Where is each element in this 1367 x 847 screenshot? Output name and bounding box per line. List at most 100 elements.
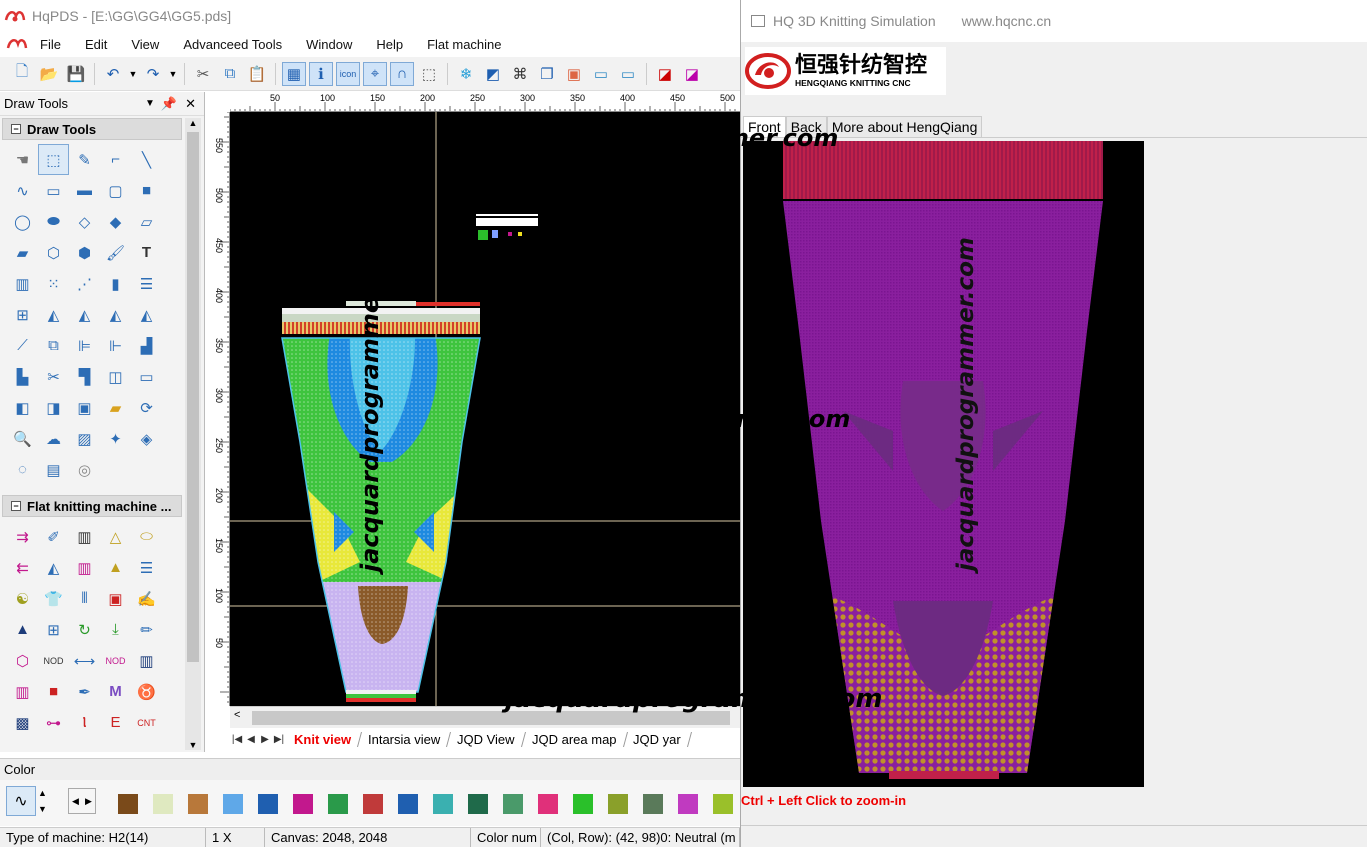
mask-icon[interactable]: ☯ (7, 583, 38, 614)
filled-rectangle-icon[interactable]: ▬ (69, 175, 100, 206)
color-swatch[interactable] (258, 794, 278, 814)
color-swatch[interactable] (608, 794, 628, 814)
hexagon-outline-icon[interactable]: ⬡ (7, 645, 38, 676)
scroll-down-icon[interactable]: ▼ (185, 740, 201, 750)
current-color-icon[interactable]: ∿ (6, 786, 36, 816)
fill-bucket-icon[interactable]: ◭ (38, 299, 69, 330)
panel-scrollbar[interactable]: ▲ ▼ (185, 118, 201, 750)
collapse-icon[interactable]: − (11, 124, 21, 134)
bars-icon[interactable]: ▮ (100, 268, 131, 299)
prev-icon[interactable]: ◀ (72, 796, 79, 807)
align-left-icon[interactable]: ⊫ (69, 330, 100, 361)
color-swatch[interactable] (503, 794, 523, 814)
scissors-icon[interactable]: ✂ (38, 361, 69, 392)
bucket-icon[interactable]: ◭ (38, 552, 69, 583)
tab-jqd-area-map[interactable]: JQD area map (521, 731, 628, 747)
color-swatch[interactable] (433, 794, 453, 814)
plus-block-icon[interactable]: ⊞ (38, 614, 69, 645)
jacquard-icon[interactable]: ⌘ (508, 62, 532, 86)
color-swatch[interactable] (363, 794, 383, 814)
bar-chart-2-icon[interactable]: ▜ (69, 361, 100, 392)
filled-diamond-icon[interactable]: ◆ (100, 206, 131, 237)
redo-dropdown-icon[interactable]: ▼ (168, 62, 178, 86)
pencil-icon[interactable]: ✎ (69, 144, 100, 175)
color-swatch[interactable] (573, 794, 593, 814)
curve-icon[interactable]: ∿ (7, 175, 38, 206)
fill-bucket-2-icon[interactable]: ◭ (69, 299, 100, 330)
bars-2-icon[interactable]: ▥ (131, 645, 162, 676)
icon-view-icon[interactable]: icon (336, 61, 360, 86)
diamond-icon[interactable]: ◇ (69, 206, 100, 237)
rectangle-icon[interactable]: ▭ (38, 175, 69, 206)
color-swatch[interactable] (188, 794, 208, 814)
monitor-icon[interactable]: ▭ (131, 361, 162, 392)
menu-flat-machine[interactable]: Flat machine (415, 37, 513, 52)
rect-select-icon[interactable]: ⬚ (38, 144, 69, 175)
color-bars-icon[interactable]: ▥ (7, 676, 38, 707)
nod-2-icon[interactable]: NOD (100, 645, 131, 676)
cycle-icon[interactable]: ⟳ (131, 392, 162, 423)
stripes-icon[interactable]: ☰ (131, 268, 162, 299)
wand-icon[interactable]: ✦ (100, 423, 131, 454)
ruler-icon[interactable]: ▰ (100, 392, 131, 423)
tab-jqd-view[interactable]: JQD View (447, 731, 526, 747)
polyline-icon[interactable]: ⌐ (100, 144, 131, 175)
square-frame-icon[interactable]: ▣ (69, 392, 100, 423)
zoom-icon[interactable]: 🔍 (7, 423, 38, 454)
eyedropper-icon[interactable]: ⟋ (7, 330, 38, 361)
nod-icon[interactable]: NOD (38, 645, 69, 676)
color-swatch[interactable] (223, 794, 243, 814)
knit-check-icon[interactable]: ◩ (481, 62, 505, 86)
tab-knit-view[interactable]: Knit view (283, 731, 363, 747)
filled-parallelogram-icon[interactable]: ▰ (7, 237, 38, 268)
hand-icon[interactable]: ☚ (7, 144, 38, 175)
eraser-icon[interactable]: ◈ (131, 423, 162, 454)
e-icon[interactable]: Ε (100, 707, 131, 738)
arch-icon[interactable]: ∩ (390, 61, 414, 86)
pyramid-icon[interactable]: ▲ (100, 552, 131, 583)
open-folder-icon[interactable]: 📂 (37, 62, 61, 86)
hexagon-icon[interactable]: ⬡ (38, 237, 69, 268)
menu-file[interactable]: File (28, 37, 73, 52)
cut-icon[interactable]: ✂ (191, 62, 215, 86)
red-square-icon[interactable]: ■ (38, 676, 69, 707)
frame-icon[interactable]: ◧ (7, 392, 38, 423)
filled-rounded-rect-icon[interactable]: ■ (131, 175, 162, 206)
brush-icon[interactable]: 🖌 (100, 237, 131, 268)
color-swap-icon[interactable]: ◪ (653, 62, 677, 86)
snowflake-icon[interactable]: ❄ (454, 62, 478, 86)
first-tab-icon[interactable]: |◀ (230, 734, 244, 745)
spin-down-icon[interactable]: ▼ (38, 804, 47, 814)
repeat-icon[interactable]: ↻ (69, 614, 100, 645)
fill-bucket-3-icon[interactable]: ◭ (100, 299, 131, 330)
cloud-icon[interactable]: ☁ (38, 423, 69, 454)
map-icon[interactable]: ▨ (69, 423, 100, 454)
cnt-icon[interactable]: CNT (131, 707, 162, 738)
info-icon[interactable]: ℹ (309, 61, 333, 86)
compose-icon[interactable]: ✍ (131, 583, 162, 614)
menu-help[interactable]: Help (364, 37, 415, 52)
layers-2-icon[interactable]: ☰ (131, 552, 162, 583)
undo-dropdown-icon[interactable]: ▼ (128, 62, 138, 86)
paste-icon[interactable]: 📋 (245, 62, 269, 86)
pen-icon[interactable]: ✒ (69, 676, 100, 707)
ellipse-icon[interactable]: ◯ (7, 206, 38, 237)
color-swatch[interactable] (153, 794, 173, 814)
blocks-icon[interactable]: ▤ (38, 454, 69, 485)
color-swatch[interactable] (328, 794, 348, 814)
pill-icon[interactable]: ⬭ (131, 521, 162, 552)
color-swatch[interactable] (678, 794, 698, 814)
needles-icon[interactable]: ⫴ (69, 583, 100, 614)
filled-hexagon-icon[interactable]: ⬢ (69, 237, 100, 268)
syringe-icon[interactable]: ✏ (131, 614, 162, 645)
next-icon[interactable]: ▶ (85, 796, 92, 807)
machine-2-icon[interactable]: ▭ (616, 62, 640, 86)
pin-icon[interactable]: 📌 (161, 96, 177, 112)
save-icon[interactable]: 💾 (64, 62, 88, 86)
menu-view[interactable]: View (119, 37, 171, 52)
hook-icon[interactable]: ⊶ (38, 707, 69, 738)
close-icon[interactable]: ✕ (185, 96, 196, 112)
stack-2-icon[interactable]: ▥ (69, 552, 100, 583)
target-icon[interactable]: ◎ (69, 454, 100, 485)
grid-four-icon[interactable]: ⊞ (7, 299, 38, 330)
